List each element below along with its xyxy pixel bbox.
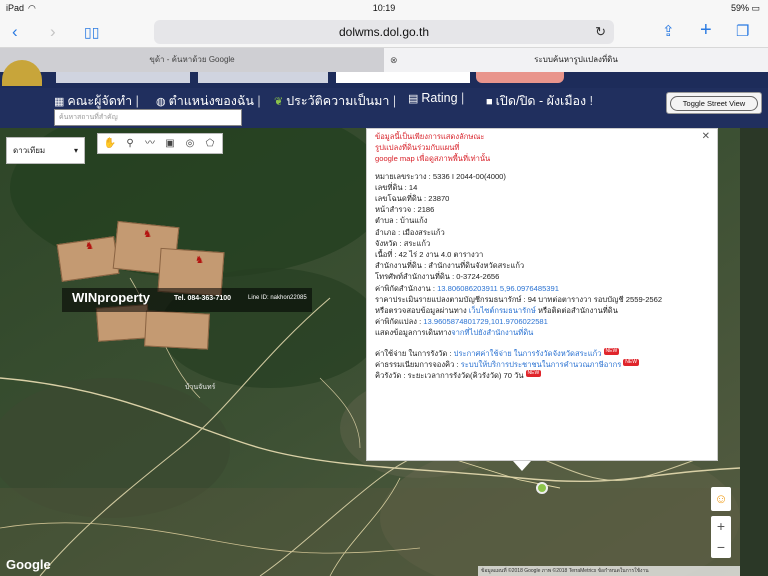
parcel-marker-icon[interactable] bbox=[536, 482, 548, 494]
notice-line: รูปแปลงที่ดินร่วมกับแผนที่ bbox=[375, 143, 460, 153]
check-row: หรือตรวจสอบข้อมูลผ่านทาง เว็บไซต์กรมธนาร… bbox=[375, 306, 618, 316]
polyline-icon[interactable]: 〰 bbox=[141, 137, 159, 151]
new-badge: NEW bbox=[525, 370, 542, 378]
queue-row: ค่าธรรมเนียมการจองคิว : ระบบให้บริการประ… bbox=[375, 358, 639, 369]
directions-link[interactable]: จากที่ไปยังสำนักงานที่ดิน bbox=[451, 328, 533, 337]
map-type-select[interactable]: ดาวเทียม ▾ bbox=[6, 137, 85, 164]
place-search-input[interactable]: ค้นหาสถานที่สำคัญ bbox=[54, 109, 242, 126]
fee-row: ค่าใช้จ่าย ในการรังวัด : ประกาศค่าใช้จ่า… bbox=[375, 347, 620, 358]
tab-google[interactable]: ขุด้า - ค้นหาด้วย Google bbox=[0, 48, 384, 72]
chart-icon: ▤ bbox=[408, 93, 419, 105]
nav-team[interactable]: ▦ คณะผู้จัดทำ | bbox=[54, 91, 139, 111]
google-logo: Google bbox=[6, 557, 51, 572]
brand-tel: Tel. 084-363-7100 bbox=[174, 295, 232, 302]
zoom-control: + − bbox=[711, 516, 731, 558]
street-view-button[interactable]: Toggle Street View bbox=[666, 92, 762, 114]
info-row: อำเภอ : เมืองสระแก้ว bbox=[375, 227, 445, 237]
deed-watermark: ♞ ♞ ♞ bbox=[55, 220, 255, 352]
nav-city-plan-toggle[interactable]: ■ เปิด/ปิด - ผังเมือง ! bbox=[486, 91, 593, 111]
forward-icon[interactable]: › bbox=[50, 22, 56, 42]
parcel-coord-link[interactable]: 13.9605874801729,101.9706022581 bbox=[423, 317, 548, 326]
nav-my-location[interactable]: ◍ ตำแหน่งของฉัน | bbox=[156, 91, 261, 111]
address-bar[interactable]: dolwms.dol.go.th ↻ bbox=[154, 20, 614, 44]
chevron-down-icon: ▾ bbox=[73, 146, 78, 155]
winproperty-banner: WINproperty Tel. 084-363-7100 Line ID: n… bbox=[62, 288, 312, 312]
info-row: เลขที่ดิน : 14 bbox=[375, 182, 418, 192]
header-field[interactable] bbox=[198, 72, 328, 83]
parcel-info-window: ✕ ข้อมูลนี้เป็นเพียงการแสดงลักษณะ รูปแปล… bbox=[366, 128, 718, 461]
wait-row: คิวรังวัด : ระยะเวลาการรังวัด(คิวรังวัด)… bbox=[375, 370, 542, 381]
queue-link[interactable]: ระบบให้บริการประชาชนในการคำนวณภาษีอากร bbox=[461, 360, 622, 369]
treasury-link[interactable]: เว็บไซต์กรมธนารักษ์ bbox=[469, 306, 536, 315]
share-icon[interactable]: ⇪ bbox=[662, 22, 675, 42]
fee-link[interactable]: ประกาศค่าใช้จ่าย ในการรังวัดจังหวัดสระแก… bbox=[454, 349, 602, 358]
url-text: dolwms.dol.go.th bbox=[338, 25, 430, 39]
pegman-icon[interactable]: ☺ bbox=[711, 487, 731, 511]
notice-line: google map เพื่อดูสภาพพื้นที่เท่านั้น bbox=[375, 154, 491, 164]
brand-name: WINproperty bbox=[72, 290, 150, 305]
new-badge: NEW bbox=[623, 358, 639, 366]
brand-line: Line ID: nakhon22085 bbox=[248, 295, 307, 301]
clock: 10:19 bbox=[372, 3, 396, 13]
info-window-tail bbox=[513, 461, 531, 471]
info-row: เนื้อที่ : 42 ไร่ 2 งาน 4.0 ตารางวา bbox=[375, 250, 484, 260]
header-field[interactable] bbox=[336, 72, 470, 83]
new-tab-icon[interactable]: + bbox=[700, 20, 712, 40]
checkbox-icon: ■ bbox=[486, 96, 493, 108]
office-coord-link[interactable]: 13.806086203911 5,96.0976485391 bbox=[437, 284, 559, 293]
status-bar: iPad ◠ 10:19 59% ▭ bbox=[0, 0, 768, 16]
zoom-in-button[interactable]: + bbox=[711, 516, 731, 537]
header-button[interactable] bbox=[476, 72, 564, 83]
info-row: ตำบล : บ้านแก้ง bbox=[375, 216, 428, 226]
tab-strip: ขุด้า - ค้นหาด้วย Google ⊗ ระบบค้นหารูปแ… bbox=[0, 48, 768, 72]
back-icon[interactable]: ‹ bbox=[12, 22, 18, 42]
tab-dol[interactable]: ⊗ ระบบค้นหารูปแปลงที่ดิน bbox=[384, 48, 768, 72]
drawing-toolbar: ✋ ⚲ 〰 ▣ ◎ ⬠ bbox=[97, 133, 223, 154]
leaf-icon: ❦ bbox=[274, 96, 284, 108]
info-row: เลขโฉนดที่ดิน : 23870 bbox=[375, 194, 450, 204]
nav-history[interactable]: ❦ ประวัติความเป็นมา | bbox=[274, 91, 396, 111]
close-icon[interactable]: ✕ bbox=[702, 131, 710, 142]
tabs-icon[interactable]: ❐ bbox=[736, 22, 749, 42]
info-row: โทรศัพท์สำนักงานที่ดิน : 0-3724-2656 bbox=[375, 272, 500, 282]
info-row: หน้าสำรวจ : 2186 bbox=[375, 205, 435, 215]
nav-rating[interactable]: ▤ Rating | bbox=[408, 91, 464, 105]
page-edge bbox=[740, 128, 768, 576]
info-row: หมายเลขระวาง : 5336 I 2044-00(4000) bbox=[375, 171, 506, 181]
hand-icon[interactable]: ✋ bbox=[101, 137, 119, 151]
rectangle-icon[interactable]: ▣ bbox=[161, 137, 179, 151]
marker-tool-icon[interactable]: ⚲ bbox=[121, 137, 139, 151]
polygon-icon[interactable]: ⬠ bbox=[201, 137, 219, 151]
bookmarks-icon[interactable]: ▯▯ bbox=[84, 22, 99, 42]
garuda-emblem-icon: ♞ bbox=[195, 255, 204, 266]
close-tab-icon[interactable]: ⊗ bbox=[390, 48, 398, 72]
zoom-out-button[interactable]: − bbox=[711, 537, 731, 558]
directions-row: แสดงข้อมูลการเดินทางจากที่ไปยังสำนักงานท… bbox=[375, 328, 534, 338]
deed-image bbox=[144, 310, 210, 350]
reload-icon[interactable]: ↻ bbox=[595, 20, 606, 44]
header-field[interactable] bbox=[56, 72, 190, 83]
parcel-coord-row: ค่าพิกัดแปลง : 13.9605874801729,101.9706… bbox=[375, 317, 548, 327]
map-attribution: ข้อมูลแผนที่ ©2018 Google ภาพ ©2018 Terr… bbox=[478, 566, 740, 576]
battery-level: 59% ▭ bbox=[730, 3, 760, 13]
info-row: จังหวัด : สระแก้ว bbox=[375, 238, 431, 248]
garuda-emblem-icon: ♞ bbox=[143, 229, 152, 240]
circle-icon[interactable]: ◎ bbox=[181, 137, 199, 151]
team-icon: ▦ bbox=[54, 96, 65, 108]
browser-toolbar: ‹ › ▯▯ dolwms.dol.go.th ↻ ⇪ + ❐ bbox=[0, 16, 768, 48]
new-badge: NEW bbox=[603, 347, 620, 355]
globe-icon: ◍ bbox=[156, 96, 166, 108]
place-label: บ้านจันทร์ bbox=[185, 384, 216, 391]
office-coord-row: ค่าพิกัดสำนักงาน : 13.806086203911 5,96.… bbox=[375, 283, 559, 293]
garuda-emblem-icon: ♞ bbox=[85, 241, 94, 252]
notice-line: ข้อมูลนี้เป็นเพียงการแสดงลักษณะ bbox=[375, 132, 485, 141]
price-row: ราคาประเมินรายแปลงตามบัญชีกรมธนารักษ์ : … bbox=[375, 294, 663, 304]
info-row: สำนักงานที่ดิน : สำนักงานที่ดินจังหวัดสร… bbox=[375, 261, 525, 271]
